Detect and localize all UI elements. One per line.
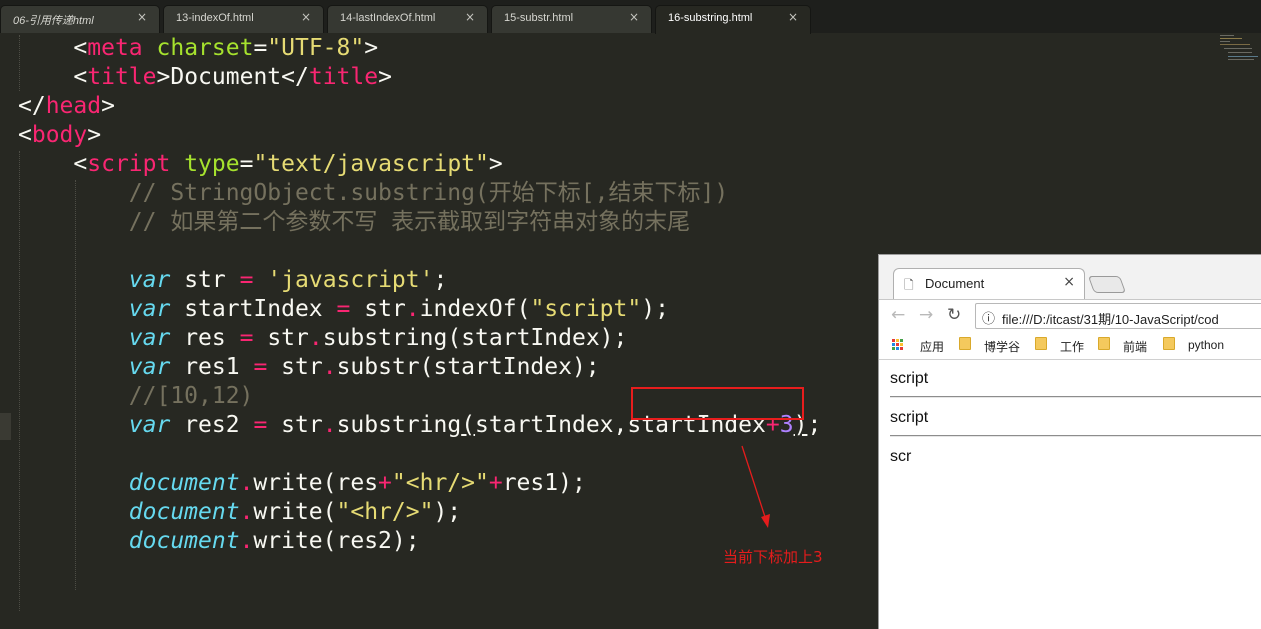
bookmark-python[interactable]: python (1188, 338, 1224, 352)
code-line-15: document.write("<hr/>"); (128, 499, 462, 525)
folder-icon (1163, 337, 1175, 350)
annotation-arrow (741, 445, 770, 528)
code-line-9: var startIndex = str.indexOf("script"); (128, 296, 669, 322)
code-line-16: document.write(res2); (128, 528, 420, 554)
code-line-11: var res1 = str.substr(startIndex); (128, 354, 600, 380)
tab-13-indexof[interactable]: 13-indexOf.html × (163, 5, 324, 33)
bookmark-frontend[interactable]: 前端 (1123, 338, 1147, 355)
code-line-3: </head> (18, 93, 115, 119)
tab-label: 06-引用传递html (13, 15, 94, 27)
minimap-line (1220, 41, 1230, 42)
info-icon[interactable]: ⓘ (982, 308, 995, 327)
bookmark-work[interactable]: 工作 (1060, 338, 1084, 355)
tab-14-lastindexof[interactable]: 14-lastIndexOf.html × (327, 5, 488, 33)
editor-tab-bar: 06-引用传递html × 13-indexOf.html × 14-lastI… (0, 0, 1261, 34)
minimap-line (1228, 59, 1254, 60)
browser-tab[interactable]: 🗋 Document × (893, 268, 1085, 299)
code-line-4: <body> (18, 122, 102, 148)
bookmarks-bar: 应用 博学谷 工作 前端 python (879, 331, 1261, 360)
minimap-line (1220, 44, 1250, 45)
address-text: file:///D:/itcast/31期/10-JavaScript/cod (1002, 312, 1219, 327)
browser-toolbar: ← → ↻ ⓘ file:///D:/itcast/31期/10-JavaScr… (879, 299, 1261, 332)
browser-tab-title: Document (925, 276, 985, 291)
reload-icon[interactable]: ↻ (947, 305, 961, 325)
close-icon[interactable]: × (301, 10, 311, 24)
annotation-text: 当前下标加上3 (723, 548, 823, 566)
code-line-8: var str = 'javascript'; (128, 267, 448, 293)
horizontal-rule (890, 435, 1261, 437)
browser-page-content: script script scr (879, 360, 1261, 629)
tab-label: 14-lastIndexOf.html (340, 12, 436, 24)
annotation-highlight-box (631, 387, 804, 420)
code-line-7: // 如果第二个参数不写 表示截取到字符串对象的末尾 (128, 209, 691, 235)
minimap-line (1228, 52, 1252, 53)
address-bar[interactable]: ⓘ file:///D:/itcast/31期/10-JavaScript/co… (975, 303, 1261, 329)
new-tab-button[interactable] (1087, 276, 1127, 293)
tab-06-reference[interactable]: 06-引用传递html × (0, 5, 160, 33)
code-line-2: <title>Document</title> (73, 64, 392, 90)
arrow-left-icon[interactable]: ← (891, 305, 905, 325)
close-icon[interactable]: × (629, 10, 639, 24)
folder-icon (1098, 337, 1110, 350)
folder-icon (1035, 337, 1047, 350)
close-icon[interactable]: × (788, 10, 798, 24)
code-line-14: document.write(res+"<hr/>"+res1); (128, 470, 586, 496)
arrow-head (761, 514, 770, 528)
tab-label: 13-indexOf.html (176, 12, 254, 24)
horizontal-rule (890, 396, 1261, 398)
code-line-12: //[10,12) (128, 383, 254, 409)
code-line-5: <script type="text/javascript"> (73, 151, 503, 177)
browser-window: 🗋 Document × ← → ↻ ⓘ file:///D:/itcast/3… (878, 254, 1261, 629)
bookmark-apps[interactable]: 应用 (920, 338, 944, 355)
arrow-right-icon[interactable]: → (919, 305, 933, 325)
close-icon[interactable]: × (1063, 274, 1075, 290)
tab-15-substr[interactable]: 15-substr.html × (491, 5, 652, 33)
code-line-10: var res = str.substring(startIndex); (128, 325, 628, 351)
minimap-line (1224, 48, 1252, 49)
minimap-line (1228, 56, 1258, 57)
tab-label: 15-substr.html (504, 12, 574, 24)
folder-icon (959, 337, 971, 350)
code-line-6: // StringObject.substring(开始下标[,结束下标]) (128, 180, 729, 206)
output-line: scr (890, 448, 912, 465)
apps-grid-icon[interactable] (892, 339, 904, 351)
close-icon[interactable]: × (465, 10, 475, 24)
current-line-marker (0, 413, 11, 440)
arrow-shaft (741, 445, 767, 521)
minimap[interactable] (1218, 0, 1258, 60)
tab-16-substring[interactable]: 16-substring.html × (655, 5, 811, 34)
output-line: script (890, 409, 929, 426)
code-line-1: <meta charset="UTF-8"> (73, 35, 379, 61)
bookmark-boxuegu[interactable]: 博学谷 (984, 338, 1020, 355)
minimap-line (1220, 35, 1234, 36)
page-icon: 🗋 (904, 278, 914, 292)
tab-label: 16-substring.html (668, 12, 753, 24)
close-icon[interactable]: × (137, 10, 147, 24)
minimap-line (1220, 38, 1242, 39)
output-line: script (890, 370, 929, 387)
